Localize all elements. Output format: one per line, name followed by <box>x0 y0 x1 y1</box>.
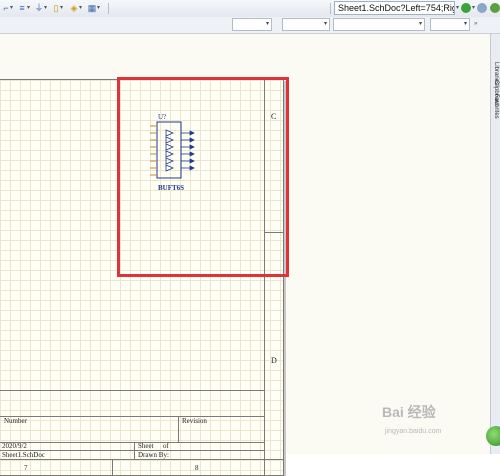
home-icon[interactable] <box>490 3 500 13</box>
style-combo[interactable]: ▾ <box>333 18 425 31</box>
navigate-forward-icon[interactable] <box>461 3 471 13</box>
font-combo[interactable]: ▾ <box>232 18 272 31</box>
zone-label-d: D <box>271 356 277 365</box>
toolbar-separator <box>330 3 331 14</box>
revision-label: Revision <box>182 417 207 425</box>
drawn-by-label: Drawn By: <box>138 451 169 459</box>
annotation-highlight-box <box>117 77 289 277</box>
title-block-line <box>0 459 284 460</box>
title-block-line <box>0 442 264 443</box>
size-combo[interactable]: ▾ <box>282 18 330 31</box>
chevron-down-icon[interactable]: ▾ <box>79 3 82 14</box>
title-block-line <box>112 459 113 476</box>
chevron-down-icon[interactable]: ▾ <box>27 3 30 14</box>
sheet-label: Sheet <box>138 442 154 450</box>
title-block-line <box>134 442 135 459</box>
history-icon[interactable] <box>477 3 487 13</box>
title-block-line <box>0 390 264 391</box>
chevron-down-icon[interactable]: ▾ <box>97 3 100 14</box>
zoom-combo[interactable]: ▾ <box>430 18 470 31</box>
format-toolbar: ▾ ▾ ▾ ▾ » <box>0 17 500 34</box>
watermark-url: jingyan.baidu.com <box>385 428 442 435</box>
chevron-down-icon[interactable]: ▾ <box>472 3 475 14</box>
number-label: Number <box>4 417 27 425</box>
ruler-label-7: 7 <box>24 464 28 472</box>
title-block-line <box>178 416 179 442</box>
title-block-line <box>0 416 264 417</box>
of-label: of <box>163 442 169 450</box>
chevron-down-icon: ▾ <box>265 21 269 27</box>
status-icon[interactable] <box>486 426 500 446</box>
watermark-text: Bai 经验 <box>382 404 436 420</box>
chevron-down-icon[interactable]: ▾ <box>44 3 47 14</box>
date-value: 2020/9/2 <box>2 442 27 450</box>
chevron-down-icon: ▾ <box>323 21 327 27</box>
toolbar-separator <box>108 3 109 14</box>
document-address-field[interactable]: Sheet1.SchDoc?Left=754;Right= <box>334 1 455 15</box>
chevron-down-icon[interactable]: ▾ <box>60 3 63 14</box>
chevron-down-icon[interactable]: ▾ <box>456 3 459 14</box>
schematic-canvas[interactable]: C D Number Revision 2020/9/2 Sheet of Sh… <box>0 34 490 476</box>
main-toolbar: ⌐ ▾ ≡ ▾ ⏚ ▾ ▯ ▾ ◈ ▾ ▦ ▾ Sheet1.SchDoc?Le… <box>0 0 500 18</box>
file-value: Sheet1.SchDoc <box>2 451 45 459</box>
chevron-down-icon: ▾ <box>463 21 467 27</box>
side-panel-tabs: Libraries Clipboard Favorites <box>490 34 500 454</box>
overflow-icon[interactable]: » <box>474 19 477 30</box>
tab-favorites[interactable]: Favorites <box>492 94 500 119</box>
chevron-down-icon[interactable]: ▾ <box>10 3 13 14</box>
chevron-down-icon: ▾ <box>418 21 422 27</box>
ruler-label-8: 8 <box>195 464 199 472</box>
